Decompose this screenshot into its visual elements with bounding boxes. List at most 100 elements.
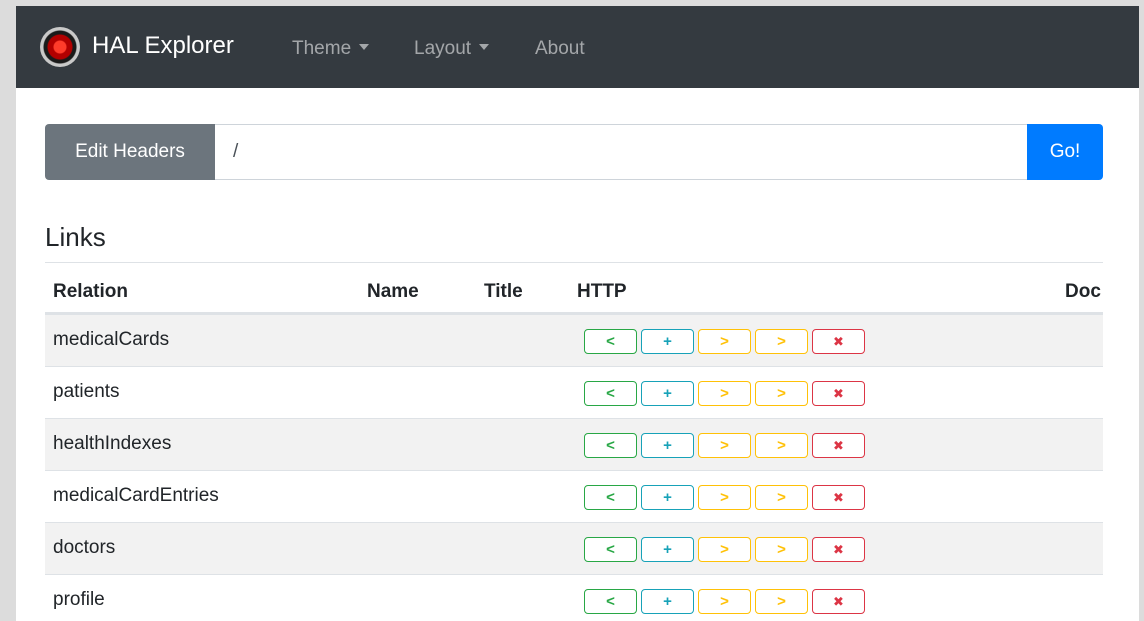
edit-headers-button[interactable]: Edit Headers (45, 124, 215, 180)
put-button[interactable]: > (698, 381, 751, 406)
post-button[interactable]: + (641, 433, 694, 458)
about-link[interactable]: About (535, 38, 585, 60)
plus-icon: + (663, 333, 672, 350)
patch-button[interactable]: > (755, 329, 808, 354)
chevron-right-icon: > (777, 541, 786, 558)
chevron-right-icon: > (720, 385, 729, 402)
chevron-right-icon: > (777, 489, 786, 506)
table-header: Relation Name Title HTTP Doc (45, 262, 1103, 314)
layout-menu[interactable]: Layout (414, 38, 490, 60)
get-button[interactable]: < (584, 381, 637, 406)
x-icon: ✖ (833, 385, 844, 401)
get-button[interactable]: < (584, 485, 637, 510)
chevron-right-icon: > (777, 385, 786, 402)
plus-icon: + (663, 541, 672, 558)
column-header-http: HTTP (577, 281, 627, 302)
chevron-left-icon: < (606, 437, 615, 454)
chevron-right-icon: > (720, 489, 729, 506)
hal-logo-icon[interactable] (40, 27, 80, 67)
column-header-doc: Doc (1065, 281, 1101, 302)
put-button[interactable]: > (698, 485, 751, 510)
column-header-relation: Relation (53, 281, 128, 302)
http-buttons: < + > > ✖ (584, 433, 865, 458)
chevron-right-icon: > (777, 593, 786, 610)
post-button[interactable]: + (641, 329, 694, 354)
get-button[interactable]: < (584, 433, 637, 458)
http-buttons: < + > > ✖ (584, 537, 865, 562)
caret-down-icon (359, 44, 370, 50)
plus-icon: + (663, 437, 672, 454)
patch-button[interactable]: > (755, 589, 808, 614)
patch-button[interactable]: > (755, 381, 808, 406)
patch-button[interactable]: > (755, 537, 808, 562)
patch-button[interactable]: > (755, 485, 808, 510)
delete-button[interactable]: ✖ (812, 537, 865, 562)
chevron-right-icon: > (720, 541, 729, 558)
put-button[interactable]: > (698, 433, 751, 458)
http-buttons: < + > > ✖ (584, 589, 865, 614)
brand-title[interactable]: HAL Explorer (92, 32, 234, 60)
table-row: profile < + > > ✖ (45, 574, 1103, 621)
put-button[interactable]: > (698, 329, 751, 354)
delete-button[interactable]: ✖ (812, 381, 865, 406)
column-header-title: Title (484, 281, 523, 302)
table-row: healthIndexes < + > > ✖ (45, 418, 1103, 470)
links-heading: Links (45, 222, 106, 252)
get-button[interactable]: < (584, 329, 637, 354)
theme-menu-label: Theme (292, 38, 352, 59)
table-row: medicalCards < + > > ✖ (45, 314, 1103, 366)
plus-icon: + (663, 489, 672, 506)
x-icon: ✖ (833, 489, 844, 505)
relation-cell: patients (53, 381, 120, 402)
chevron-left-icon: < (606, 593, 615, 610)
delete-button[interactable]: ✖ (812, 485, 865, 510)
relation-cell: doctors (53, 537, 116, 558)
put-button[interactable]: > (698, 537, 751, 562)
chevron-left-icon: < (606, 541, 615, 558)
relation-cell: profile (53, 589, 105, 610)
relation-cell: medicalCards (53, 329, 170, 350)
caret-down-icon (479, 44, 490, 50)
go-button[interactable]: Go! (1027, 124, 1103, 180)
post-button[interactable]: + (641, 381, 694, 406)
uri-input-group: Edit Headers / Go! (45, 124, 1103, 180)
delete-button[interactable]: ✖ (812, 589, 865, 614)
delete-button[interactable]: ✖ (812, 329, 865, 354)
http-buttons: < + > > ✖ (584, 329, 865, 354)
patch-button[interactable]: > (755, 433, 808, 458)
post-button[interactable]: + (641, 589, 694, 614)
table-row: doctors < + > > ✖ (45, 522, 1103, 574)
relation-cell: medicalCardEntries (53, 485, 219, 506)
x-icon: ✖ (833, 541, 844, 557)
column-header-name: Name (367, 281, 419, 302)
plus-icon: + (663, 593, 672, 610)
get-button[interactable]: < (584, 589, 637, 614)
relation-cell: healthIndexes (53, 433, 172, 454)
x-icon: ✖ (833, 437, 844, 453)
post-button[interactable]: + (641, 537, 694, 562)
layout-menu-label: Layout (414, 38, 472, 59)
http-buttons: < + > > ✖ (584, 381, 865, 406)
chevron-right-icon: > (777, 437, 786, 454)
x-icon: ✖ (833, 593, 844, 609)
x-icon: ✖ (833, 333, 844, 349)
put-button[interactable]: > (698, 589, 751, 614)
http-buttons: < + > > ✖ (584, 485, 865, 510)
delete-button[interactable]: ✖ (812, 433, 865, 458)
table-row: medicalCardEntries < + > > ✖ (45, 470, 1103, 522)
chevron-right-icon: > (777, 333, 786, 350)
navbar: HAL Explorer Theme Layout About (16, 6, 1139, 88)
theme-menu[interactable]: Theme (292, 38, 370, 60)
chevron-left-icon: < (606, 333, 615, 350)
chevron-right-icon: > (720, 437, 729, 454)
plus-icon: + (663, 385, 672, 402)
chevron-right-icon: > (720, 333, 729, 350)
chevron-left-icon: < (606, 385, 615, 402)
chevron-left-icon: < (606, 489, 615, 506)
chevron-right-icon: > (720, 593, 729, 610)
get-button[interactable]: < (584, 537, 637, 562)
table-row: patients < + > > ✖ (45, 366, 1103, 418)
post-button[interactable]: + (641, 485, 694, 510)
page: HAL Explorer Theme Layout About Edit Hea… (16, 6, 1139, 621)
uri-input[interactable]: / (215, 124, 1027, 180)
